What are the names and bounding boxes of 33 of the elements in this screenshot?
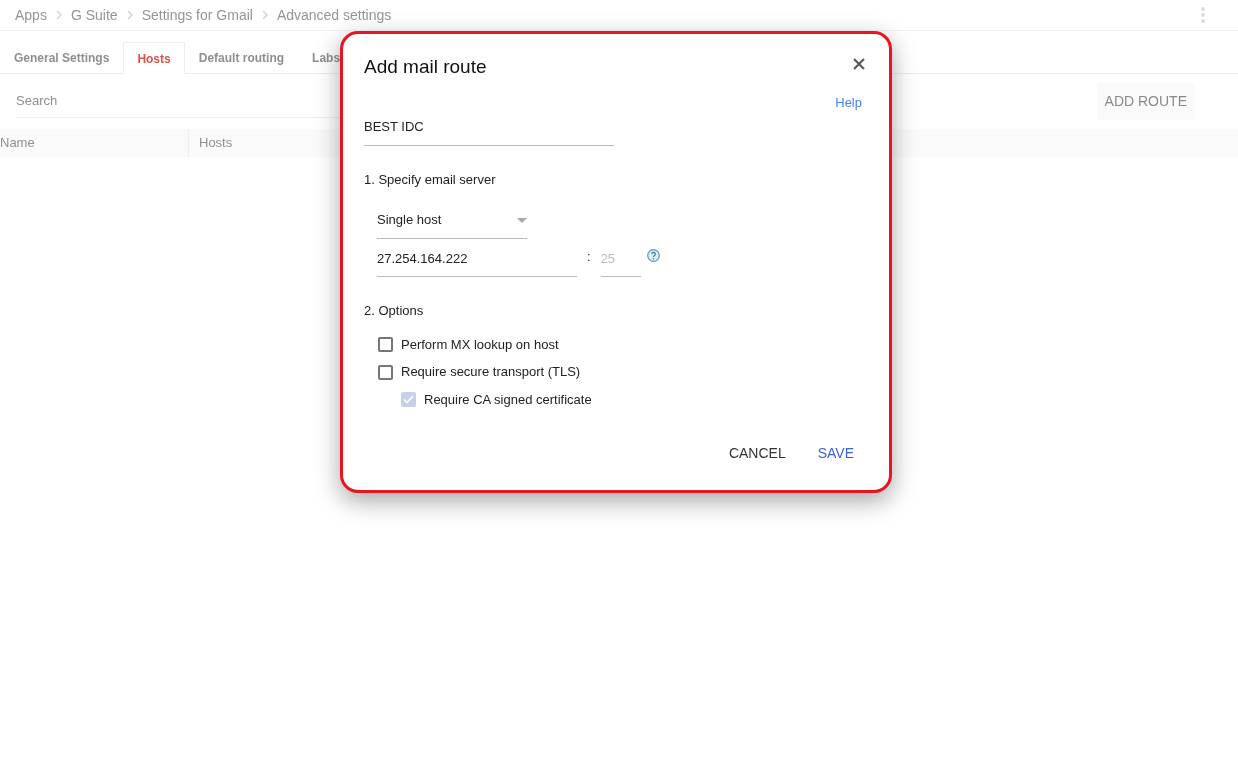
breadcrumb-item[interactable]: Advanced settings <box>276 4 392 26</box>
tab[interactable]: General Settings <box>0 42 124 73</box>
checkbox-label: Require CA signed certificate <box>424 390 592 409</box>
port-field[interactable]: 25 <box>600 242 641 278</box>
checkbox-label: Perform MX lookup on host <box>401 335 559 354</box>
server-type-dropdown[interactable]: Single host <box>377 204 527 239</box>
tab[interactable]: Labs <box>298 42 355 73</box>
breadcrumb-item[interactable]: Settings for Gmail <box>141 4 253 26</box>
chevron-icon <box>260 10 269 20</box>
tab[interactable]: Hosts <box>123 42 185 74</box>
column-header: Hosts <box>199 134 233 153</box>
dialog-title: Add mail route <box>364 56 487 79</box>
port-separator: : <box>587 247 591 266</box>
section-heading: 2. Options <box>364 302 425 321</box>
checkbox[interactable] <box>378 364 393 380</box>
section-heading: 1. Specify email server <box>364 170 497 189</box>
help-icon[interactable] <box>646 248 660 262</box>
chevron-icon <box>125 10 134 20</box>
column-header: Name <box>0 134 35 153</box>
breadcrumb-item[interactable]: G Suite <box>70 4 118 26</box>
checkbox-label: Require secure transport (TLS) <box>401 363 581 382</box>
save-button[interactable]: SAVE <box>809 437 862 471</box>
close-icon[interactable] <box>851 56 867 72</box>
add-route-button[interactable]: ADD ROUTE <box>1096 83 1195 120</box>
breadcrumb-item[interactable]: Apps <box>15 4 47 26</box>
tab[interactable]: Default routing <box>184 42 299 73</box>
checkbox[interactable] <box>378 337 393 353</box>
route-name-field[interactable]: BEST IDC <box>364 111 614 146</box>
host-field[interactable]: 27.254.164.222 <box>377 242 577 278</box>
cancel-button[interactable]: CANCEL <box>720 437 794 471</box>
help-link[interactable]: Help <box>835 92 862 113</box>
caret-icon <box>517 217 527 223</box>
chevron-icon <box>54 10 63 20</box>
